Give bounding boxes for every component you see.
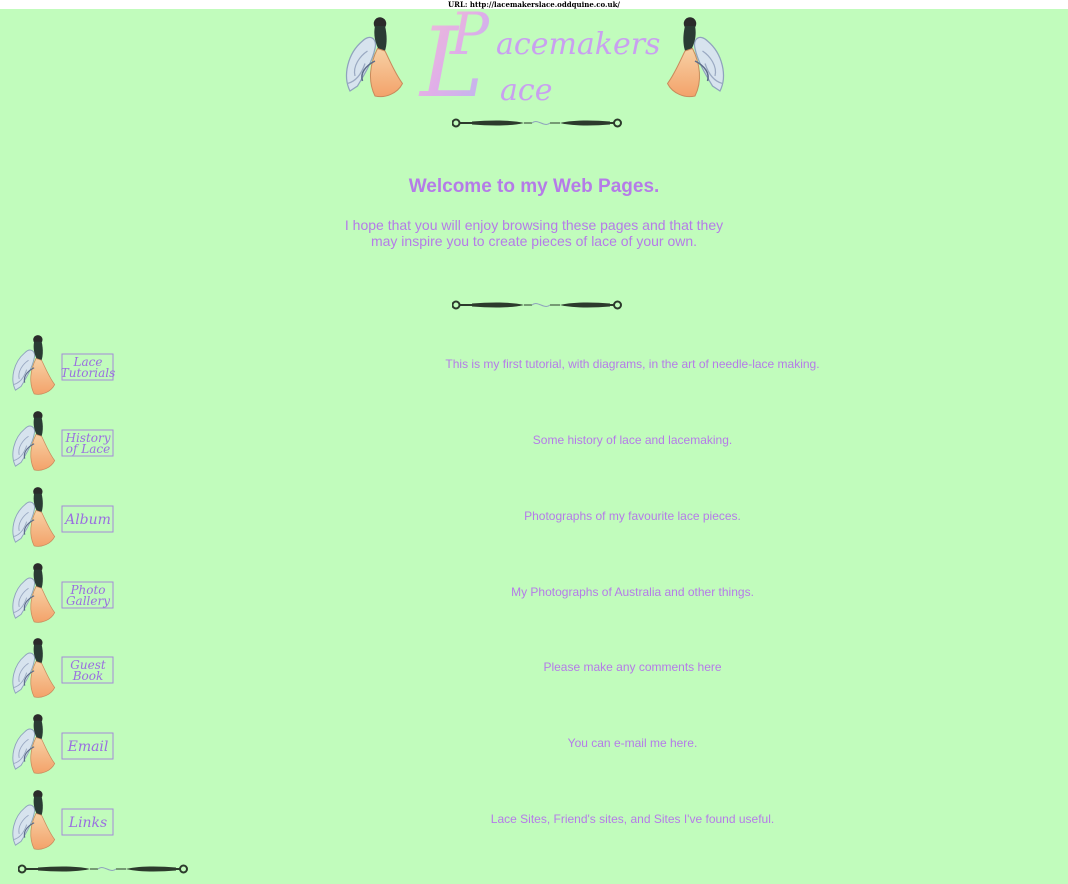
links-description: Lace Sites, Friend's sites, and Sites I'… <box>490 812 775 826</box>
svg-text:acemakers: acemakers <box>496 27 660 62</box>
lady-icon <box>12 486 56 547</box>
photo-gallery-button[interactable]: Photo Gallery <box>8 556 116 630</box>
button-label-1: Links <box>68 815 107 831</box>
lady-icon <box>12 637 56 698</box>
nav-row-album: Album Photographs of my favourite lace pi… <box>0 480 1068 556</box>
lady-icon <box>12 410 56 471</box>
email-button[interactable]: Email <box>8 707 116 781</box>
guest-book-description: Please make any comments here <box>543 660 722 674</box>
top-divider <box>452 116 622 130</box>
button-label-2: of Lace <box>66 442 110 456</box>
lace-tutorials-button[interactable]: Lace Tutorials <box>8 328 116 402</box>
nav-row-photo-gallery: Photo Gallery My Photographs of Australia … <box>0 556 1068 632</box>
email-description: You can e-mail me here. <box>567 736 698 750</box>
nav-row-links: Links Lace Sites, Friend's sites, and Sit… <box>0 783 1068 859</box>
logo-lady-left <box>345 16 404 98</box>
logo-lady-right <box>666 16 725 98</box>
lace-tutorials-description: This is my first tutorial, with diagrams… <box>445 357 820 371</box>
svg-text:ace: ace <box>500 73 552 108</box>
lady-icon <box>12 713 56 774</box>
svg-text:P: P <box>449 8 490 68</box>
nav-row-email: Email You can e-mail me here. <box>0 707 1068 783</box>
bottom-divider <box>18 862 188 876</box>
intro-line-1: I hope that you will enjoy browsing thes… <box>344 217 724 233</box>
site-logo: L P acemakers ace <box>340 0 730 119</box>
logo-graphic: L P acemakers ace <box>345 0 725 119</box>
welcome-heading: Welcome to my Web Pages. <box>408 176 660 197</box>
middle-divider <box>452 298 622 312</box>
button-label-2: Tutorials <box>61 366 116 380</box>
button-label-2: Book <box>72 669 104 683</box>
photo-gallery-description: My Photographs of Australia and other th… <box>511 585 754 599</box>
guest-book-button[interactable]: Guest Book <box>8 631 116 705</box>
intro-text: I hope that you will enjoy browsing thes… <box>334 217 734 249</box>
button-label-1: Album <box>63 512 111 528</box>
history-of-lace-description: Some history of lace and lacemaking. <box>532 433 733 447</box>
links-button[interactable]: Links <box>8 783 116 857</box>
nav-row-guest-book: Guest Book Please make any comments here <box>0 631 1068 707</box>
lady-icon <box>12 789 56 850</box>
lady-icon <box>12 334 56 395</box>
button-label-1: Email <box>67 739 109 755</box>
album-button[interactable]: Album <box>8 480 116 554</box>
history-of-lace-button[interactable]: History of Lace <box>8 404 116 478</box>
button-label-2: Gallery <box>66 594 110 608</box>
lady-icon <box>12 562 56 623</box>
album-description: Photographs of my favourite lace pieces. <box>524 509 741 523</box>
nav-row-history-of-lace: History of Lace Some history of lace and l… <box>0 404 1068 480</box>
intro-line-2: may inspire you to create pieces of lace… <box>370 233 698 249</box>
nav-row-lace-tutorials: Lace Tutorials This is my first tutorial, … <box>0 328 1068 404</box>
